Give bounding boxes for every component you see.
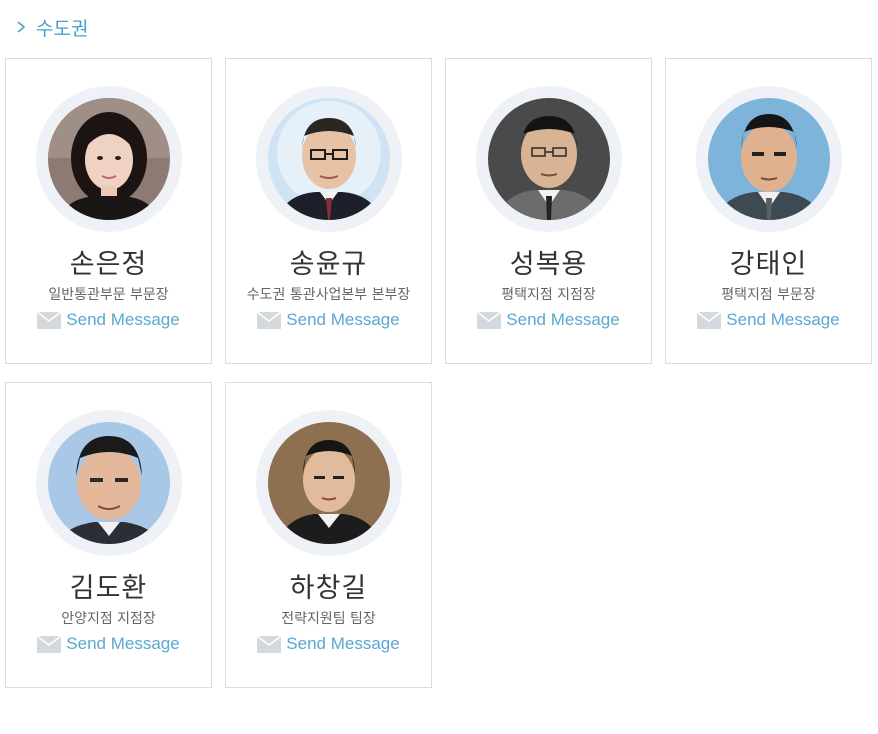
send-message-link[interactable]: Send Message	[226, 310, 431, 330]
member-name: 송윤규	[289, 249, 368, 280]
avatar-frame	[256, 86, 402, 232]
member-title: 안양지점 지점장	[61, 611, 156, 627]
member-title: 평택지점 부문장	[721, 287, 816, 303]
avatar	[268, 422, 390, 544]
member-title: 일반통관부문 부문장	[48, 287, 169, 303]
send-message-label: Send Message	[66, 634, 180, 653]
envelope-icon	[37, 635, 62, 653]
envelope-icon	[257, 635, 282, 653]
member-name: 강태인	[729, 249, 808, 280]
send-message-link[interactable]: Send Message	[446, 310, 651, 330]
member-name: 손은정	[69, 249, 148, 280]
avatar	[48, 98, 170, 220]
send-message-label: Send Message	[506, 310, 620, 329]
member-card: 송윤규 수도권 통관사업본부 본부장 Send Message	[225, 58, 432, 364]
member-card: 강태인 평택지점 부문장 Send Message	[665, 58, 872, 364]
member-title: 수도권 통관사업본부 본부장	[246, 287, 411, 303]
member-name: 김도환	[69, 573, 148, 604]
member-card: 김도환 안양지점 지점장 Send Message	[5, 382, 212, 688]
avatar-frame	[36, 410, 182, 556]
section-title: 수도권	[36, 17, 89, 40]
member-card: 손은정 일반통관부문 부문장 Send Message	[5, 58, 212, 364]
send-message-link[interactable]: Send Message	[6, 634, 211, 654]
send-message-label: Send Message	[286, 634, 400, 653]
send-message-link[interactable]: Send Message	[226, 634, 431, 654]
avatar-frame	[696, 86, 842, 232]
envelope-icon	[697, 311, 722, 329]
avatar-frame	[36, 86, 182, 232]
envelope-icon	[37, 311, 62, 329]
send-message-link[interactable]: Send Message	[666, 310, 871, 330]
avatar	[708, 98, 830, 220]
send-message-label: Send Message	[286, 310, 400, 329]
member-name: 성복용	[509, 249, 588, 280]
avatar-frame	[476, 86, 622, 232]
member-title: 평택지점 지점장	[501, 287, 596, 303]
member-card: 하창길 전략지원팀 팀장 Send Message	[225, 382, 432, 688]
envelope-icon	[477, 311, 502, 329]
chevron-right-icon	[17, 21, 26, 33]
member-title: 전략지원팀 팀장	[281, 611, 376, 627]
avatar	[48, 422, 170, 544]
avatar	[488, 98, 610, 220]
send-message-label: Send Message	[726, 310, 840, 329]
avatar	[268, 98, 390, 220]
member-card: 성복용 평택지점 지점장 Send Message	[445, 58, 652, 364]
envelope-icon	[257, 311, 282, 329]
send-message-link[interactable]: Send Message	[6, 310, 211, 330]
section-header: 수도권	[14, 14, 88, 40]
avatar-frame	[256, 410, 402, 556]
send-message-label: Send Message	[66, 310, 180, 329]
member-name: 하창길	[289, 573, 368, 604]
